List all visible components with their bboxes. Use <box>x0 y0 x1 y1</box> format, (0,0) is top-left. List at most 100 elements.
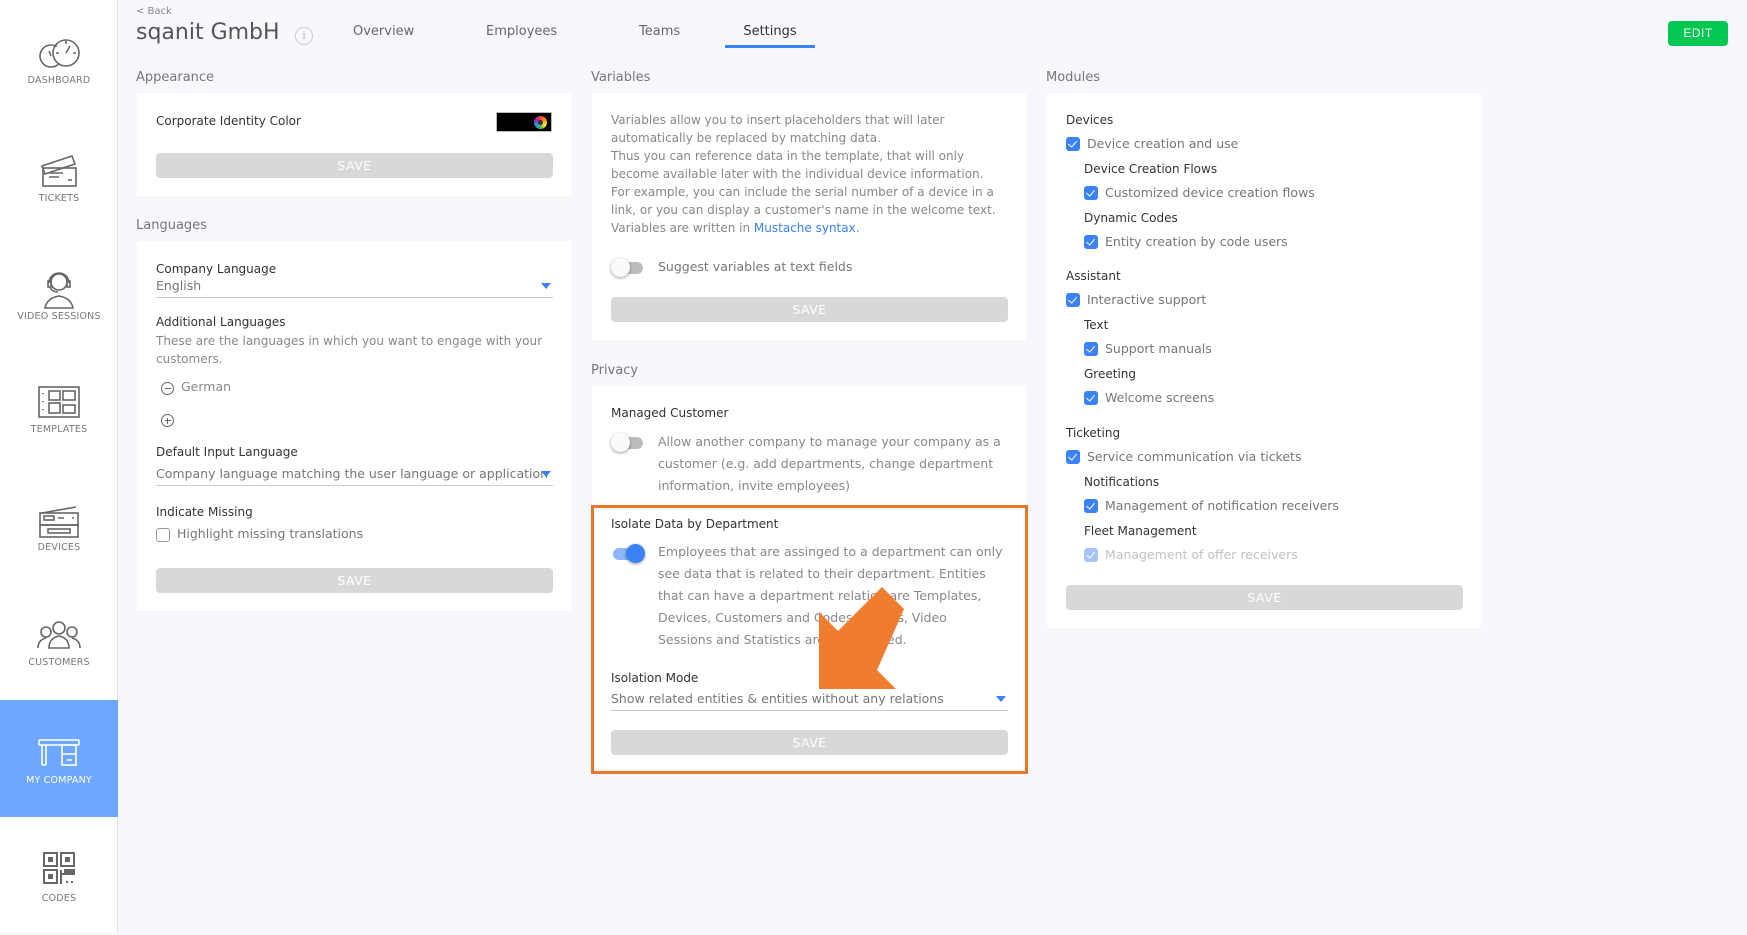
variables-desc-text: . <box>856 221 860 235</box>
module-checkbox-notification-receivers[interactable] <box>1084 499 1098 513</box>
module-checkbox-support-manuals[interactable] <box>1084 342 1098 356</box>
module-checkbox-offer-receivers[interactable] <box>1084 548 1098 562</box>
module-label: Management of notification receivers <box>1105 498 1339 513</box>
module-subheading: Notifications <box>1084 475 1159 489</box>
sidebar-item-devices[interactable]: DEVICES <box>0 467 118 584</box>
highlight-missing-label: Highlight missing translations <box>177 526 363 541</box>
modules-card: Devices Device creation and use Device C… <box>1047 93 1481 628</box>
sidebar-item-label: MY COMPANY <box>26 775 92 786</box>
color-picker[interactable] <box>496 112 552 132</box>
suggest-variables-toggle[interactable] <box>611 257 645 277</box>
isolate-data-description: Employees that are assinged to a departm… <box>658 541 1003 651</box>
sidebar-item-label: CODES <box>42 893 76 904</box>
languages-save-button[interactable]: SAVE <box>156 568 553 593</box>
company-language-select[interactable]: English <box>156 276 553 298</box>
additional-languages-description: These are the languages in which you wan… <box>156 332 556 368</box>
page-title: sqanit GmbH <box>136 20 280 45</box>
module-heading-assistant: Assistant <box>1066 269 1121 283</box>
sidebar-item-tickets[interactable]: TICKETS <box>0 118 118 235</box>
module-label: Entity creation by code users <box>1105 234 1288 249</box>
module-label: Management of offer receivers <box>1105 547 1298 562</box>
isolate-data-label: Isolate Data by Department <box>611 517 778 531</box>
modules-save-button[interactable]: SAVE <box>1066 585 1463 610</box>
highlight-missing-checkbox[interactable] <box>156 528 170 542</box>
main-content: < Back sqanit GmbH i Overview Employees … <box>119 0 1747 932</box>
module-checkbox-interactive-support[interactable] <box>1066 293 1080 307</box>
sidebar-item-customers[interactable]: CUSTOMERS <box>0 582 118 699</box>
variables-desc-text: Variables are written in <box>611 221 754 235</box>
isolation-mode-select[interactable]: Show related entities & entities without… <box>611 689 1008 711</box>
languages-section-title: Languages <box>136 218 207 233</box>
tab-teams[interactable]: Teams <box>639 24 680 45</box>
module-label: Support manuals <box>1105 341 1212 356</box>
module-label: Customized device creation flows <box>1105 185 1315 200</box>
back-link[interactable]: < Back <box>136 6 172 17</box>
appearance-card: Corporate Identity Color SAVE <box>137 93 571 196</box>
tab-overview[interactable]: Overview <box>353 24 414 45</box>
module-subheading: Text <box>1084 318 1108 332</box>
sidebar-item-label: DASHBOARD <box>28 75 91 86</box>
module-label: Service communication via tickets <box>1087 449 1301 464</box>
chevron-down-icon <box>996 696 1006 702</box>
info-icon[interactable]: i <box>295 27 313 45</box>
default-input-language-value: Company language matching the user langu… <box>156 466 553 481</box>
chevron-down-icon <box>541 471 551 477</box>
module-subheading: Dynamic Codes <box>1084 211 1178 225</box>
sidebar-item-templates[interactable]: TEMPLATES <box>0 349 118 466</box>
module-label: Welcome screens <box>1105 390 1214 405</box>
languages-card: Company Language English Additional Lang… <box>137 241 571 611</box>
module-label: Device creation and use <box>1087 136 1238 151</box>
module-label: Interactive support <box>1087 292 1206 307</box>
tab-settings[interactable]: Settings <box>725 24 815 48</box>
edit-button[interactable]: EDIT <box>1668 21 1728 46</box>
sidebar-item-codes[interactable]: CODES <box>0 818 118 935</box>
module-checkbox-tickets[interactable] <box>1066 450 1080 464</box>
templates-icon <box>34 381 84 423</box>
sidebar-item-dashboard[interactable]: DASHBOARD <box>0 0 118 117</box>
add-language-icon[interactable] <box>161 414 174 427</box>
variables-desc-line: For example, you can include the serial … <box>611 183 1013 219</box>
sidebar-item-label: VIDEO SESSIONS <box>17 311 100 322</box>
appearance-save-button[interactable]: SAVE <box>156 153 553 178</box>
company-language-value: English <box>156 278 201 293</box>
sidebar-item-my-company[interactable]: MY COMPANY <box>0 700 118 817</box>
sidebar-item-video-sessions[interactable]: VIDEO SESSIONS <box>0 236 118 353</box>
dashboard-gauge-icon <box>34 32 84 74</box>
managed-customer-description: Allow another company to manage your com… <box>658 431 1003 497</box>
variables-save-button[interactable]: SAVE <box>611 297 1008 322</box>
appearance-section-title: Appearance <box>136 70 214 85</box>
users-group-icon <box>34 614 84 656</box>
isolate-data-toggle[interactable] <box>611 543 645 563</box>
managed-customer-toggle[interactable] <box>611 432 645 452</box>
module-checkbox-dynamic-codes[interactable] <box>1084 235 1098 249</box>
tickets-icon <box>34 150 84 192</box>
headset-agent-icon <box>34 268 84 310</box>
module-checkbox-welcome-screens[interactable] <box>1084 391 1098 405</box>
module-checkbox-device-creation[interactable] <box>1066 137 1080 151</box>
module-checkbox-creation-flows[interactable] <box>1084 186 1098 200</box>
privacy-save-button[interactable]: SAVE <box>611 730 1008 755</box>
module-subheading: Device Creation Flows <box>1084 162 1217 176</box>
modules-section-title: Modules <box>1046 70 1100 85</box>
module-subheading: Fleet Management <box>1084 524 1197 538</box>
default-input-language-select[interactable]: Company language matching the user langu… <box>156 464 553 486</box>
remove-language-icon[interactable] <box>161 382 174 395</box>
variables-desc-line: Variables are written in Mustache syntax… <box>611 219 1013 237</box>
variables-section-title: Variables <box>591 70 650 85</box>
module-heading-ticketing: Ticketing <box>1066 426 1120 440</box>
isolation-mode-value: Show related entities & entities without… <box>611 691 944 706</box>
tab-employees[interactable]: Employees <box>486 24 557 45</box>
sidebar-item-label: TICKETS <box>39 193 80 204</box>
chevron-down-icon <box>541 283 551 289</box>
sidebar-item-label: TEMPLATES <box>31 424 88 435</box>
mustache-syntax-link[interactable]: Mustache syntax <box>754 221 856 235</box>
privacy-card: Managed Customer Allow another company t… <box>592 386 1026 769</box>
privacy-section-title: Privacy <box>591 363 638 378</box>
suggest-variables-label: Suggest variables at text fields <box>658 259 852 274</box>
default-input-language-label: Default Input Language <box>156 445 298 459</box>
isolation-mode-label: Isolation Mode <box>611 671 698 685</box>
qr-code-icon <box>34 850 84 892</box>
company-language-label: Company Language <box>156 262 276 276</box>
color-wheel-icon <box>534 116 547 129</box>
variables-desc-line: Variables allow you to insert placeholde… <box>611 111 1013 147</box>
